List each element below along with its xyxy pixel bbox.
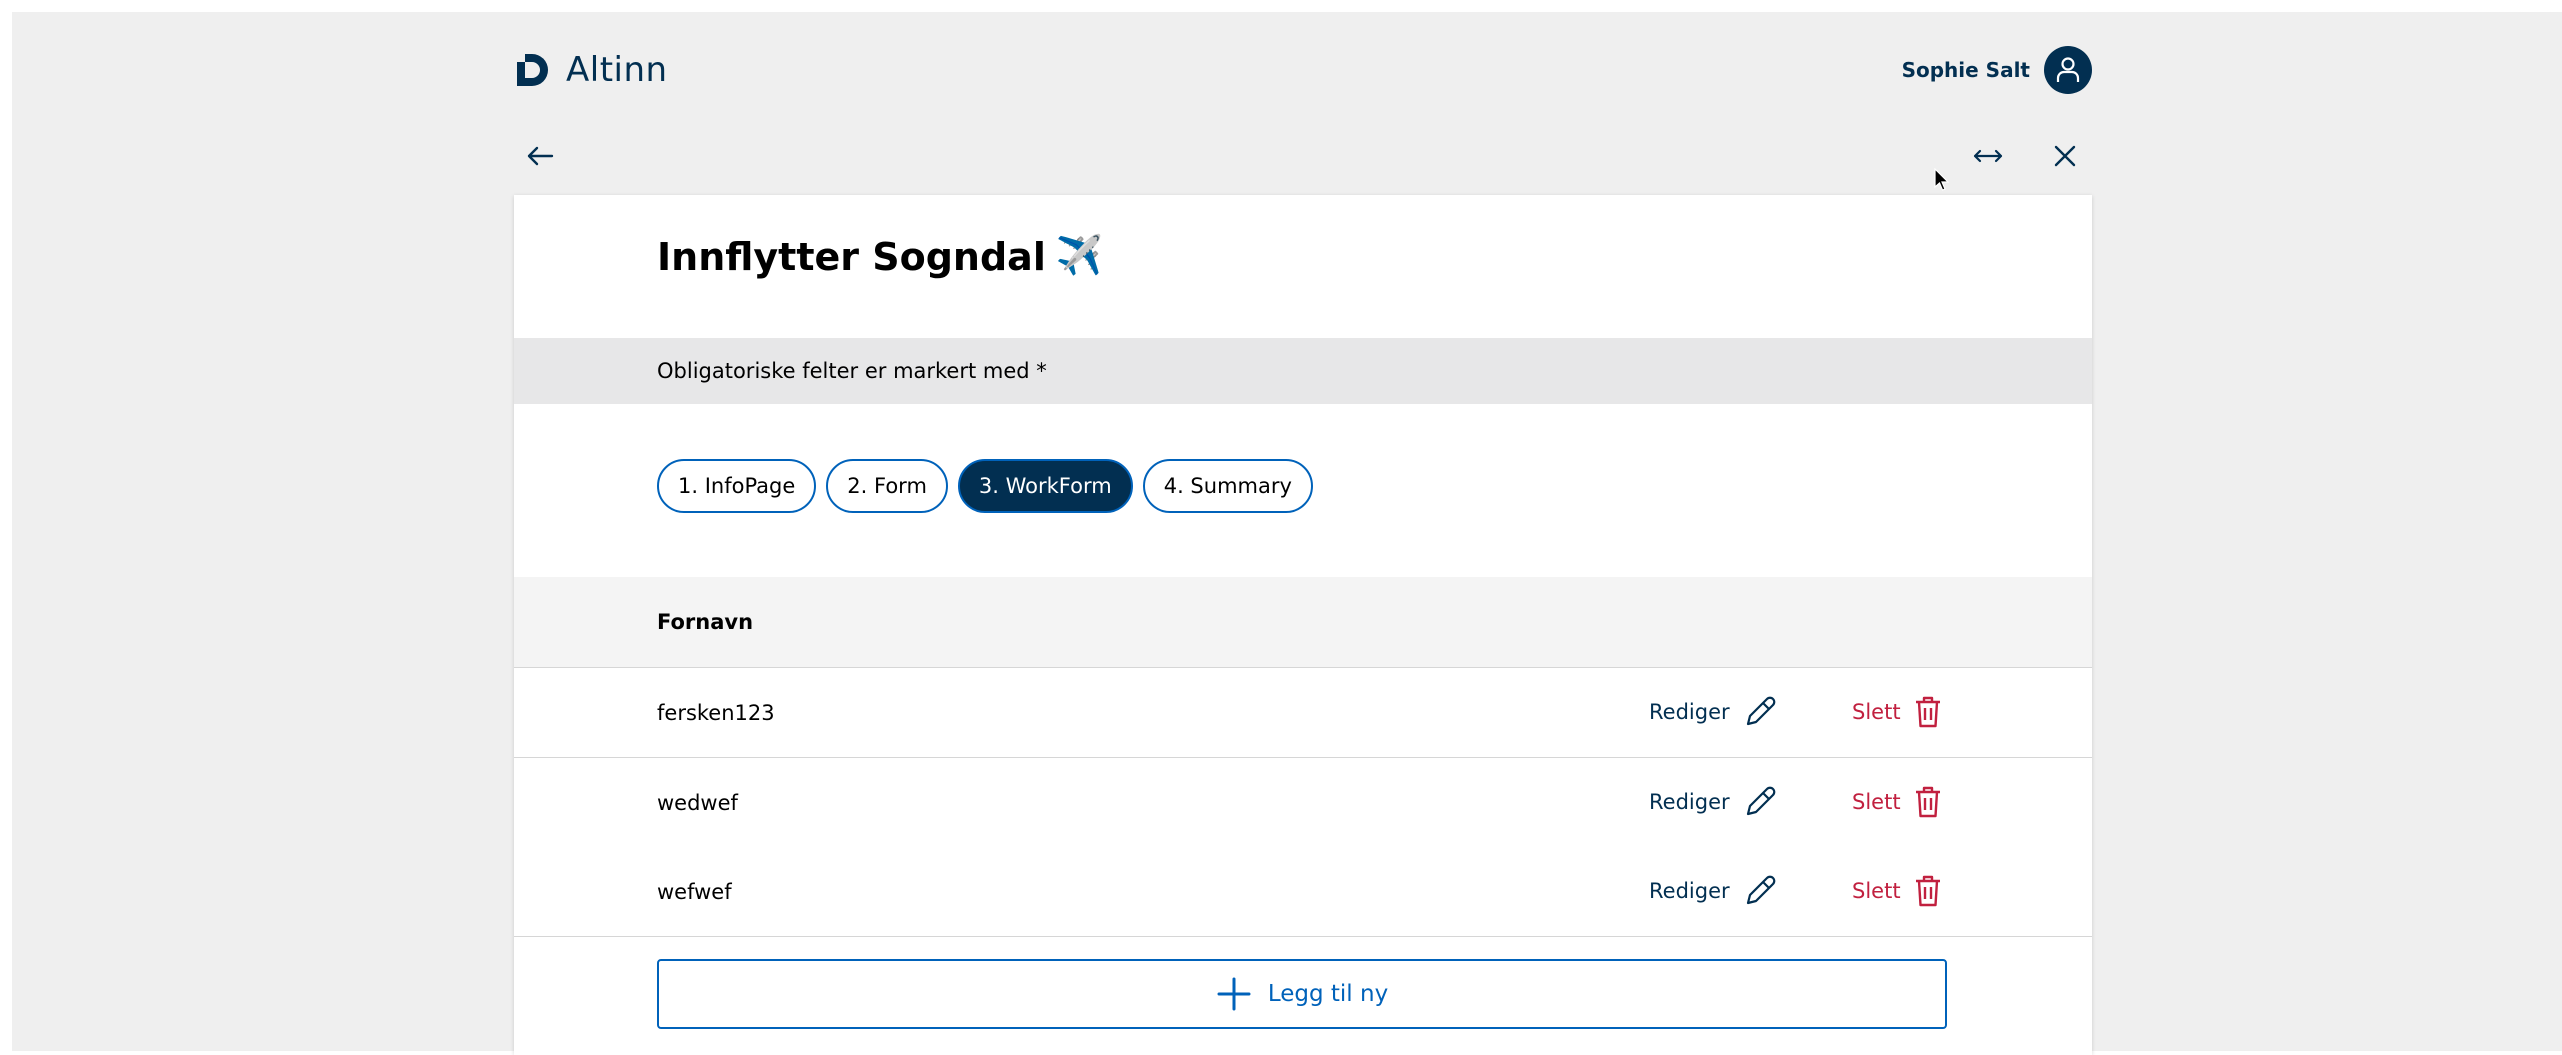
edit-label: Rediger [1649, 879, 1730, 903]
delete-label: Slett [1852, 700, 1901, 724]
required-fields-notice: Obligatoriske felter er markert med * [657, 359, 1047, 383]
avatar[interactable] [2044, 46, 2092, 94]
delete-button[interactable]: Slett [1852, 690, 1943, 734]
nav-page-form[interactable]: 2. Form [826, 459, 948, 513]
cell-fornavn: wefwef [657, 879, 732, 904]
edit-label: Rediger [1649, 790, 1730, 814]
required-fields-banner: Obligatoriske felter er markert med * [514, 338, 2092, 404]
trash-icon [1915, 786, 1940, 818]
person-icon [2056, 57, 2080, 82]
pencil-icon [1746, 786, 1775, 816]
mouse-cursor-icon [1934, 168, 1950, 191]
edit-label: Rediger [1649, 700, 1730, 724]
nav-page-workform[interactable]: 3. WorkForm [957, 459, 1133, 513]
nav-page-infopage[interactable]: 1. InfoPage [657, 459, 817, 513]
column-header-fornavn: Fornavn [657, 610, 754, 634]
logo-text: Altinn [566, 50, 668, 90]
pencil-icon [1746, 696, 1775, 726]
edit-button[interactable]: Rediger [1649, 690, 1778, 734]
close-button[interactable] [2043, 134, 2087, 178]
table-row: fersken123 Rediger Slett [514, 668, 2092, 758]
delete-label: Slett [1852, 879, 1901, 903]
altinn-logo-icon [517, 54, 548, 86]
table-header: Fornavn [514, 577, 2092, 668]
add-new-button[interactable]: Legg til ny [657, 959, 1947, 1029]
arrow-left-icon [527, 146, 554, 166]
close-icon [2054, 145, 2076, 167]
cell-fornavn: fersken123 [657, 700, 775, 725]
expand-width-button[interactable] [1966, 134, 2010, 178]
title-row: Innflytter Sogndal ✈️ [657, 233, 1104, 281]
page-navigation: 1. InfoPage 2. Form 3. WorkForm 4. Summa… [657, 459, 1313, 513]
trash-icon [1915, 875, 1940, 907]
edit-button[interactable]: Rediger [1649, 780, 1778, 824]
trash-icon [1915, 696, 1940, 728]
cell-fornavn: wedwef [657, 790, 738, 815]
add-new-label: Legg til ny [1267, 981, 1389, 1007]
pencil-icon [1746, 875, 1775, 905]
table-row: wefwef Rediger Slett [514, 847, 2092, 937]
user-name: Sophie Salt [1901, 58, 2030, 82]
user-menu[interactable]: Sophie Salt [1902, 46, 2092, 94]
edit-button[interactable]: Rediger [1649, 869, 1778, 913]
airplane-icon: ✈️ [1055, 233, 1104, 277]
page-title: Innflytter Sogndal [657, 235, 1046, 279]
plus-icon [1217, 977, 1251, 1011]
form-card: Innflytter Sogndal ✈️ Obligatoriske felt… [514, 195, 2092, 1055]
delete-button[interactable]: Slett [1852, 780, 1943, 824]
arrows-horizontal-icon [1973, 149, 2003, 163]
table-row: wedwef Rediger Slett [514, 758, 2092, 848]
back-button[interactable] [518, 134, 562, 178]
delete-label: Slett [1852, 790, 1901, 814]
nav-page-summary[interactable]: 4. Summary [1142, 459, 1313, 513]
delete-button[interactable]: Slett [1852, 869, 1943, 913]
altinn-logo[interactable]: Altinn [514, 50, 668, 90]
